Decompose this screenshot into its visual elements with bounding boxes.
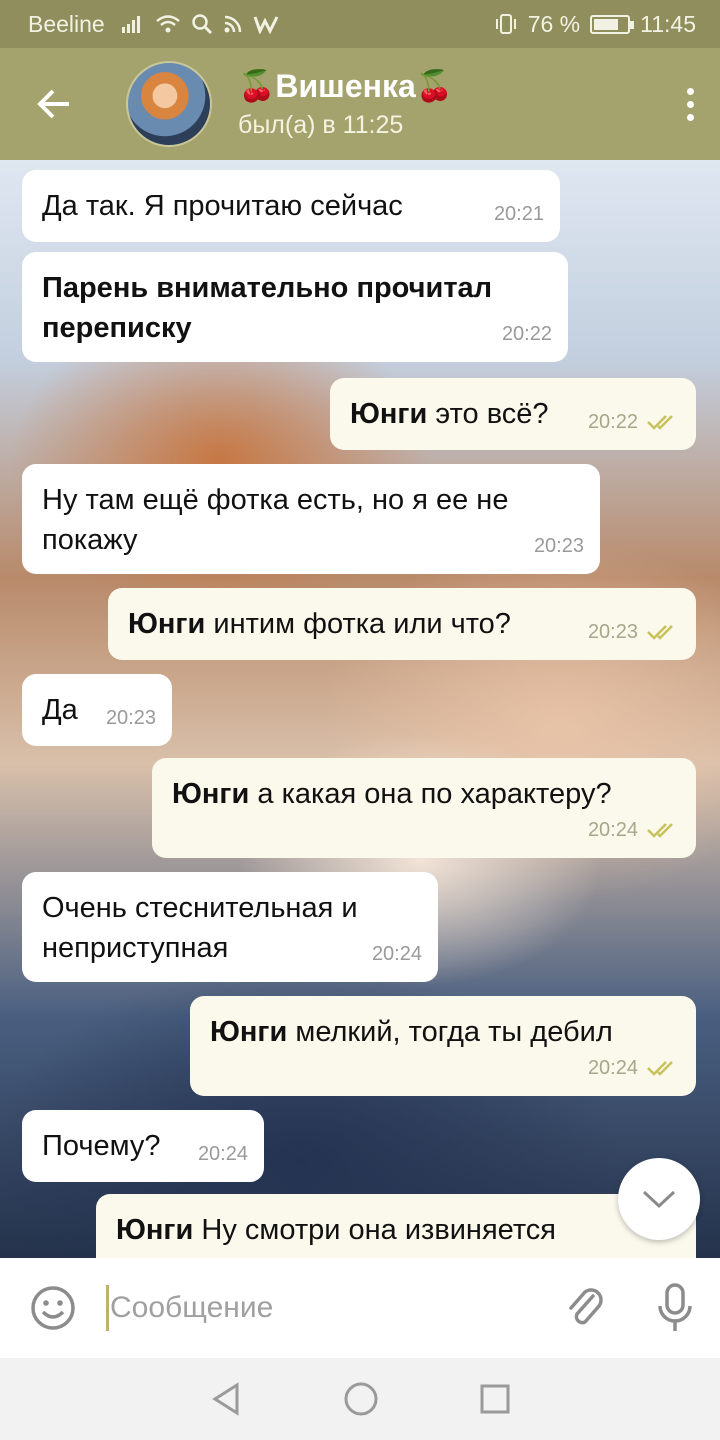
message-text: Юнги Ну смотри она извиняется bbox=[116, 1214, 556, 1246]
carrier-label: Beeline bbox=[28, 10, 105, 37]
scroll-down-button[interactable] bbox=[618, 1158, 700, 1240]
message-bubble[interactable]: Ну там ещё фотка есть, но я ее не покажу… bbox=[22, 464, 600, 574]
microphone-icon bbox=[658, 1283, 692, 1331]
rss-icon bbox=[224, 15, 241, 33]
voice-record-button[interactable] bbox=[630, 1282, 720, 1334]
message-bubble[interactable]: Почему? 20:24 bbox=[22, 1110, 264, 1182]
more-vertical-icon bbox=[686, 85, 694, 124]
menu-button[interactable] bbox=[660, 48, 720, 160]
message-time: 20:23 bbox=[588, 612, 680, 652]
chat-title-block[interactable]: 🍒 Вишенка 🍒 был(а) в 11:25 bbox=[238, 68, 660, 140]
message-text: Парень внимательно прочитал переписку bbox=[42, 272, 493, 344]
message-bubble[interactable]: Юнги Ну смотри она извиняется bbox=[96, 1194, 696, 1258]
message-time: 20:21 bbox=[493, 203, 544, 225]
chat-header: 🍒 Вишенка 🍒 был(а) в 11:25 bbox=[0, 48, 720, 160]
message-bubble[interactable]: Юнги это всё? 20:22 bbox=[330, 378, 696, 450]
wifi-icon bbox=[155, 15, 180, 33]
message-text: Да так. Я прочитаю сейчас bbox=[42, 190, 403, 222]
message-time: 20:24 bbox=[588, 1048, 680, 1088]
system-nav-bar bbox=[0, 1358, 720, 1440]
back-button[interactable] bbox=[0, 48, 110, 160]
message-time: 20:23 bbox=[533, 535, 584, 557]
arrow-left-icon bbox=[37, 89, 69, 119]
read-ticks-icon bbox=[647, 625, 673, 640]
message-time: 20:23 bbox=[105, 707, 156, 729]
message-text: Юнги а какая она по характеру? bbox=[172, 778, 612, 810]
status-bar: Beeline 76 % 11:45 bbox=[0, 0, 720, 48]
message-text: Ну там ещё фотка есть, но я ее не покажу bbox=[42, 484, 509, 556]
message-bubble[interactable]: Парень внимательно прочитал переписку 20… bbox=[22, 252, 568, 362]
message-bubble[interactable]: Очень стеснительная и неприступная 20:24 bbox=[22, 872, 438, 982]
chat-name: Вишенка bbox=[275, 68, 416, 104]
message-time: 20:22 bbox=[501, 323, 552, 345]
nav-back-icon[interactable] bbox=[209, 1381, 243, 1417]
cherry-icon: 🍒 bbox=[238, 70, 276, 103]
vibrate-icon bbox=[495, 14, 516, 34]
message-bubble[interactable]: Да 20:23 bbox=[22, 674, 172, 746]
avatar[interactable] bbox=[126, 61, 212, 147]
battery-percent: 76 % bbox=[527, 10, 581, 37]
nav-home-icon[interactable] bbox=[343, 1381, 379, 1417]
read-ticks-icon bbox=[647, 823, 673, 838]
message-time: 20:24 bbox=[371, 943, 422, 965]
message-text: Юнги мелкий, тогда ты дебил bbox=[210, 1016, 613, 1048]
chevron-down-icon bbox=[642, 1190, 676, 1209]
signal-icons bbox=[121, 13, 279, 35]
smile-icon bbox=[31, 1286, 75, 1330]
message-input-bar: Сообщение bbox=[0, 1258, 720, 1358]
search-status-icon bbox=[191, 14, 212, 35]
message-input[interactable]: Сообщение bbox=[106, 1285, 540, 1331]
text-caret bbox=[106, 1285, 109, 1331]
message-bubble[interactable]: Да так. Я прочитаю сейчас 20:21 bbox=[22, 170, 560, 242]
battery-fill bbox=[594, 18, 619, 30]
nav-recents-icon[interactable] bbox=[479, 1383, 511, 1415]
message-bubble[interactable]: Юнги а какая она по характеру? 20:24 bbox=[152, 758, 696, 858]
message-bubble[interactable]: Юнги интим фотка или что? 20:23 bbox=[108, 588, 696, 660]
message-bubble[interactable]: Юнги мелкий, тогда ты дебил 20:24 bbox=[190, 996, 696, 1096]
read-ticks-icon bbox=[647, 1061, 673, 1076]
last-seen-status: был(а) в 11:25 bbox=[238, 111, 404, 139]
read-ticks-icon bbox=[647, 415, 673, 430]
message-time: 20:24 bbox=[588, 810, 680, 850]
app-w-icon bbox=[253, 16, 279, 34]
message-time: 20:24 bbox=[197, 1143, 248, 1165]
cherry-icon: 🍒 bbox=[415, 70, 454, 103]
paperclip-icon bbox=[569, 1288, 603, 1325]
message-text: Очень стеснительная и неприступная bbox=[42, 892, 358, 964]
clock: 11:45 bbox=[640, 10, 696, 37]
message-time: 20:22 bbox=[588, 402, 680, 442]
signal-icon bbox=[121, 16, 140, 33]
emoji-button[interactable] bbox=[0, 1284, 106, 1332]
battery-icon bbox=[590, 14, 635, 34]
chat-area[interactable]: Да так. Я прочитаю сейчас 20:21 Парень в… bbox=[0, 160, 720, 1258]
chat-title: 🍒 Вишенка 🍒 bbox=[238, 68, 660, 105]
attach-button[interactable] bbox=[540, 1284, 630, 1332]
message-input-placeholder: Сообщение bbox=[110, 1291, 274, 1324]
